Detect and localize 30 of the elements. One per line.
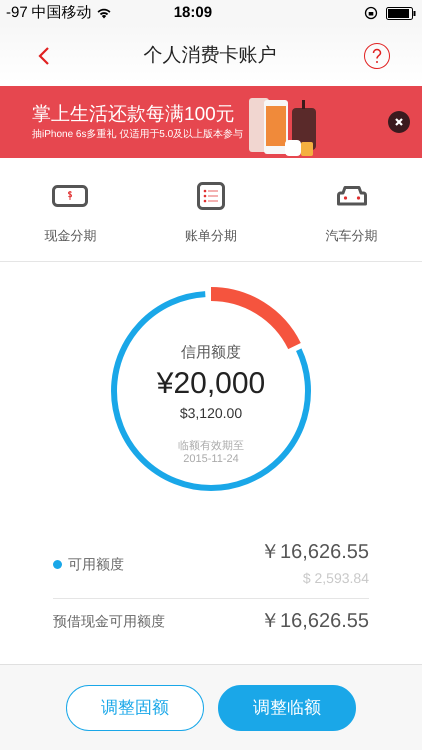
signal-strength: -97 xyxy=(6,2,28,23)
promo-banner[interactable]: 掌上生活还款每满100元 抽iPhone 6s多重礼 仅适用于5.0及以上版本参与 xyxy=(0,86,422,158)
balance-cny: ￥16,626.55 xyxy=(260,540,369,565)
banner-headline: 掌上生活还款每满100元 xyxy=(32,102,236,126)
help-button[interactable] xyxy=(364,43,390,69)
car-icon xyxy=(336,184,367,208)
banknote-icon xyxy=(52,184,88,207)
carrier-name: 中国移动 xyxy=(32,2,92,23)
close-banner-button[interactable] xyxy=(388,111,410,133)
help-icon xyxy=(372,48,382,64)
balance-cny: ￥16,626.55 xyxy=(260,609,369,634)
battery-icon xyxy=(386,6,416,20)
page-title: 个人消费卡账户 xyxy=(142,44,278,68)
installment-shortcut[interactable]: 现金分期 xyxy=(0,158,141,261)
balance-label: 可用额度 xyxy=(68,554,124,574)
credit-limit-usd: $3,120.00 xyxy=(180,404,242,422)
clock-time: 18:09 xyxy=(174,2,212,23)
close-icon xyxy=(394,117,404,127)
wifi-icon xyxy=(96,7,112,19)
back-icon xyxy=(38,46,50,66)
credit-limit-amount: ¥20,000 xyxy=(156,366,266,402)
installment-shortcut[interactable]: 账单分期 xyxy=(140,158,282,261)
credit-limit-label: 信用额度 xyxy=(181,343,241,363)
installment-shortcut[interactable]: 汽车分期 xyxy=(281,158,422,261)
rotation-lock-icon xyxy=(364,6,378,20)
list-icon xyxy=(196,182,225,210)
expiry-label: 临额有效期至 xyxy=(178,440,244,452)
expiry-date: 2015-11-24 xyxy=(183,452,239,466)
banner-subline: 抽iPhone 6s多重礼 仅适用于5.0及以上版本参与 xyxy=(32,128,244,142)
balance-label: 预借现金可用额度 xyxy=(53,612,165,630)
